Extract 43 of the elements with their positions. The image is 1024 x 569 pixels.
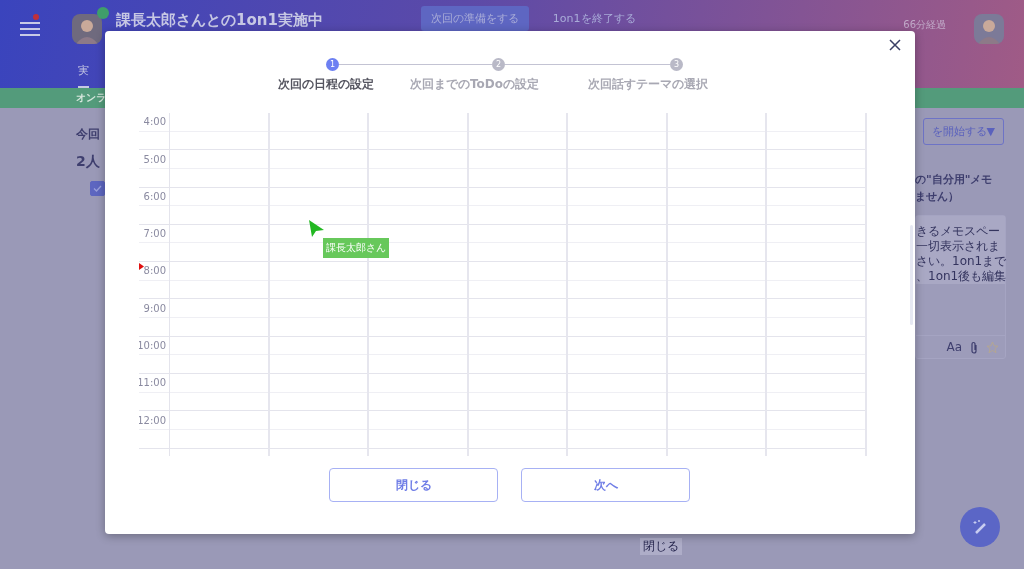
memo-field[interactable]: きるメモスペー 一切表示されま さい。1on1まで 、1on1後も編集 Aa [915,215,1006,359]
memo-placeholder: きるメモスペー 一切表示されま さい。1on1まで 、1on1後も編集 [916,216,1005,284]
current-time-marker [139,263,144,270]
session-title: 課長太郎さんとの1on1実施中 [116,10,323,30]
cursor-icon [309,220,324,237]
pen-icon [971,518,989,536]
time-label: 10:00 [139,340,167,352]
header-action[interactable]: 次回の準備をする [420,5,529,31]
star-icon[interactable] [986,340,999,354]
time-label: 9:00 [143,302,167,314]
menu-icon[interactable] [20,22,40,36]
section-heading: 今回 [76,126,101,143]
next-button[interactable]: 次へ [521,468,690,502]
close-button[interactable]: 閉じる [329,468,498,502]
edit-button[interactable] [960,507,1000,547]
time-label: 5:00 [143,153,167,165]
step-label: 次回話すテーマの選択 [588,76,708,93]
avatar [72,14,102,44]
status-text: オンラ [76,91,106,105]
time-label: 12:00 [139,414,167,426]
close-link[interactable]: 閉じる [640,538,682,555]
step-number: 3 [670,58,683,71]
section-subheading: 2人 [76,153,101,171]
step-number: 1 [326,58,339,71]
avatar [974,14,1004,44]
user-cursor-label: 課長太郎さん [323,238,389,258]
time-label: 8:00 [143,265,167,277]
step-label: 次回の日程の設定 [278,76,374,93]
time-label: 11:00 [139,377,167,389]
time-label: 6:00 [143,190,167,202]
step-label: 次回までのToDoの設定 [410,76,540,93]
elapsed-time: 66分経過 [903,18,946,32]
time-label: 4:00 [143,116,167,128]
check-icon [93,185,102,192]
memo-title: ません） [915,189,959,205]
memo-title: の"自分用"メモ [915,172,993,188]
calendar-grid[interactable]: 4:00 5:00 6:00 7:00 8:00 9:00 10:00 11:00 12:00 課長太郎さん [139,113,867,456]
attachment-icon[interactable] [970,340,978,354]
time-label: 7:00 [143,228,167,240]
checkbox[interactable] [90,181,105,196]
step-number: 2 [492,58,505,71]
header-action[interactable]: 1on1を終了する [542,5,646,31]
format-button[interactable]: Aa [946,340,962,354]
